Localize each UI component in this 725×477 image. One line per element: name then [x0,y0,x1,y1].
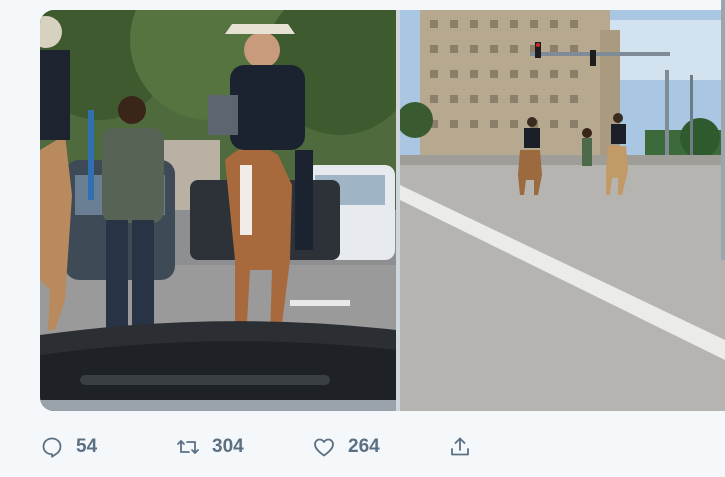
share-button[interactable] [448,430,484,464]
media-grid[interactable] [40,10,725,411]
scrollbar[interactable] [721,0,725,260]
tweet-action-bar: 54 304 264 [40,430,500,464]
reply-icon [42,437,62,458]
retweet-button[interactable]: 304 [176,430,244,464]
reply-button[interactable]: 54 [40,430,97,464]
retweet-icon [177,440,199,454]
retweet-count: 304 [212,436,244,457]
like-button[interactable]: 264 [312,430,380,464]
heart-icon [314,438,334,457]
photo-right-image [400,10,725,411]
photo-left[interactable] [40,10,396,411]
photo-left-image [40,10,396,411]
photo-right[interactable] [400,10,725,411]
like-count: 264 [348,436,380,457]
reply-count: 54 [76,436,98,457]
tweet-card: 54 304 264 [0,0,725,477]
share-icon [451,437,469,456]
